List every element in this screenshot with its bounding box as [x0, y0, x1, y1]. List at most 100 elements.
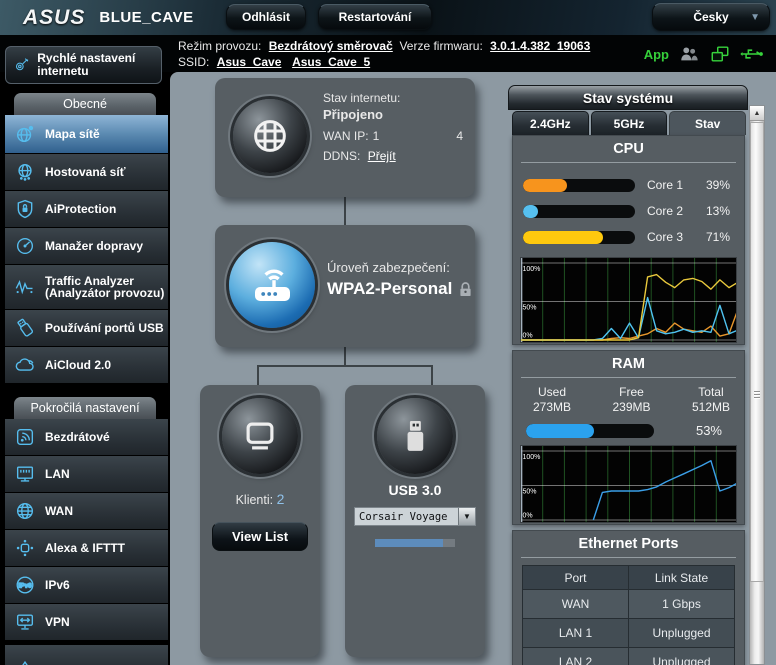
operation-mode-label: Režim provozu: [178, 39, 261, 53]
clients-button[interactable] [222, 398, 298, 474]
view-list-button[interactable]: View List [212, 522, 308, 551]
sidebar-item-label: Traffic Analyzer (Analyzátor provozu) [45, 275, 165, 300]
sidebar-item-vpn[interactable]: VPN [5, 604, 168, 640]
sidebar-item-traffic-analyzer[interactable]: Traffic Analyzer (Analyzátor provozu) [5, 265, 168, 309]
reboot-button[interactable]: Restartování [318, 4, 432, 30]
svg-text:50%: 50% [523, 489, 537, 496]
cpu-box: CPU Core 1 39% Core 2 13% Core 3 71% 100… [512, 135, 745, 345]
tab-24ghz[interactable]: 2.4GHz [512, 111, 589, 135]
asus-logo: ASUS [23, 6, 85, 30]
svg-text:50%: 50% [523, 305, 537, 312]
sidebar-item-alexa-ifttt[interactable]: Alexa & IFTTT [5, 530, 168, 566]
wan-ip-label: WAN IP: [323, 129, 369, 143]
sidebar-item-partial[interactable] [5, 645, 168, 665]
section-header-advanced: Pokročilá nastavení [14, 397, 156, 419]
vpn-icon [14, 611, 36, 633]
internet-globe-button[interactable] [233, 99, 307, 173]
system-status-title: Stav systému [508, 85, 748, 110]
wan-ip-row: WAN IP: 1 4 [323, 129, 463, 143]
sidebar: Rychlé nastavení internetu Obecné Mapa s… [0, 40, 170, 665]
logout-button[interactable]: Odhlásit [226, 4, 306, 30]
svg-text:IPv6: IPv6 [18, 582, 32, 589]
quick-internet-setup-button[interactable]: Rychlé nastavení internetu [5, 46, 162, 84]
quick-setup-label: Rychlé nastavení internetu [37, 52, 157, 78]
core2-label: Core 2 [647, 204, 683, 218]
sidebar-item-label: Manažer dopravy [45, 240, 143, 253]
networked-devices-icon[interactable] [709, 44, 731, 64]
router-security-button[interactable] [229, 242, 315, 328]
internet-status-text: Stav internetu: Připojeno WAN IP: 1 4 DD… [323, 91, 463, 163]
core2-bar [523, 205, 635, 218]
ethernet-box: Ethernet Ports Port Link State WAN 1 Gbp… [512, 530, 745, 665]
ssid-24ghz-link[interactable]: Asus_Cave [217, 55, 282, 69]
ram-stats: Used 273MB Free 239MB Total 512MB [513, 378, 744, 415]
internet-status-value: Připojeno [323, 107, 463, 122]
top-bar: ASUS BLUE_CAVE Odhlásit Restartování Čes… [0, 0, 776, 35]
dropdown-arrow-icon[interactable]: ▼ [458, 508, 475, 525]
usb-status-icon[interactable] [740, 44, 764, 64]
usb-drives-icon [14, 317, 36, 339]
usb-card: USB 3.0 Corsair Voyage ▼ [345, 385, 485, 657]
port-name: WAN [523, 590, 629, 619]
table-row: WAN 1 Gbps [523, 590, 735, 619]
operation-mode-link[interactable]: Bezdrátový směrovač [269, 39, 393, 53]
internet-status-card: Stav internetu: Připojeno WAN IP: 1 4 DD… [215, 78, 475, 197]
sidebar-item-label: AiCloud 2.0 [45, 359, 111, 372]
ram-usage-bar [526, 424, 654, 438]
sidebar-item-traffic-manager[interactable]: Manažer dopravy [5, 228, 168, 264]
ddns-link[interactable]: Přejít [368, 149, 396, 163]
sidebar-item-guest-network[interactable]: Hostovaná síť [5, 154, 168, 190]
ram-percent: 53% [696, 423, 730, 438]
usb-device-select[interactable]: Corsair Voyage ▼ [354, 507, 476, 526]
sidebar-item-label: IPv6 [45, 579, 70, 592]
ssid-5ghz-link[interactable]: Asus_Cave_5 [292, 55, 370, 69]
client-list-icon[interactable] [678, 44, 700, 64]
tab-status[interactable]: Stav [669, 111, 746, 135]
sidebar-item-wan[interactable]: WAN [5, 493, 168, 529]
ddns-row: DDNS: Přejít [323, 149, 463, 163]
globe-icon [250, 116, 290, 156]
security-text: Úroveň zabezpečení: WPA2-Personal [327, 260, 472, 299]
info-toolbar: App [644, 44, 764, 64]
clients-card: Klienti: 2 View List [200, 385, 320, 657]
core2-percent: 13% [706, 204, 734, 218]
vertical-scrollbar[interactable]: ▲ [749, 105, 765, 665]
scroll-up-arrow[interactable]: ▲ [750, 106, 764, 121]
ram-total-label: Total [692, 385, 730, 400]
ddns-label: DDNS: [323, 149, 360, 163]
usb-title: USB 3.0 [345, 482, 485, 498]
firmware-version-link[interactable]: 3.0.1.4.382_19063 [490, 39, 590, 53]
sidebar-item-usb-application[interactable]: Používání portů USB [5, 310, 168, 346]
system-status-tabs: 2.4GHz 5GHz Stav [512, 111, 746, 135]
sidebar-item-aicloud[interactable]: AiCloud 2.0 [5, 347, 168, 383]
ram-free: Free 239MB [612, 385, 650, 415]
svg-text:100%: 100% [523, 266, 541, 273]
router-icon [248, 261, 296, 309]
security-card: Úroveň zabezpečení: WPA2-Personal [215, 225, 475, 347]
cpu-usage-chart: 100% 50% 0% [520, 257, 737, 343]
scrollbar-thumb[interactable] [750, 122, 764, 582]
sidebar-item-label: VPN [45, 616, 70, 629]
usb-device-button[interactable] [377, 398, 453, 474]
shield-lock-icon [14, 198, 36, 220]
sidebar-item-wireless[interactable]: Bezdrátové [5, 419, 168, 455]
ram-free-value: 239MB [612, 400, 650, 415]
core-row: Core 3 71% [523, 224, 734, 250]
firmware-label: Verze firmwaru: [399, 39, 482, 53]
chevron-down-icon: ▼ [750, 12, 760, 23]
sidebar-item-ipv6[interactable]: IPv6 IPv6 [5, 567, 168, 603]
sidebar-item-lan[interactable]: LAN [5, 456, 168, 492]
ram-box: RAM Used 273MB Free 239MB Total 512MB 53… [512, 350, 745, 525]
sidebar-item-network-map[interactable]: Mapa sítě [5, 115, 168, 153]
tab-5ghz[interactable]: 5GHz [591, 111, 668, 135]
table-row: LAN 2 Unplugged [523, 648, 735, 665]
app-link[interactable]: App [644, 47, 669, 62]
clients-label: Klienti: [236, 493, 274, 507]
sidebar-item-aiprotection[interactable]: AiProtection [5, 191, 168, 227]
language-selector[interactable]: Česky ▼ [652, 3, 770, 31]
lock-icon [459, 282, 472, 297]
ethernet-heading: Ethernet Ports [513, 531, 744, 552]
svg-text:0%: 0% [523, 333, 533, 340]
ram-usage-chart: 100%50%0% [520, 445, 737, 523]
connector-line [344, 347, 346, 366]
